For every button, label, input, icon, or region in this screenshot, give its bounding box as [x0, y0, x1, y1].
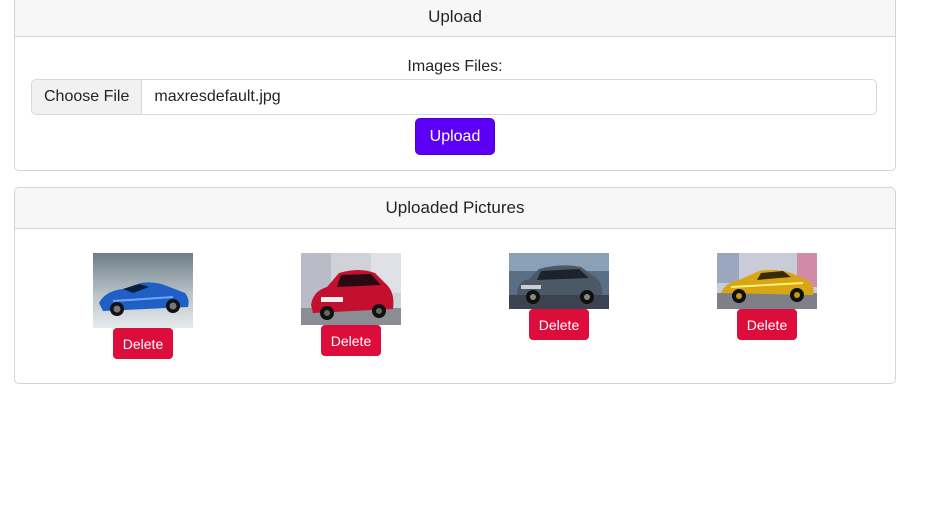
upload-card: Upload Images Files: Choose File maxresd… — [14, 0, 896, 171]
file-input[interactable]: Choose File maxresdefault.jpg — [31, 79, 877, 115]
delete-button[interactable]: Delete — [113, 328, 173, 359]
picture-item: Delete — [509, 253, 609, 340]
choose-file-button[interactable]: Choose File — [32, 80, 143, 114]
delete-button[interactable]: Delete — [321, 325, 381, 356]
car-thumbnail — [509, 253, 609, 309]
upload-button[interactable]: Upload — [415, 118, 495, 155]
uploaded-pictures-header: Uploaded Pictures — [15, 188, 895, 229]
upload-card-title: Upload — [428, 6, 482, 26]
car-thumbnail — [717, 253, 817, 309]
suv-image — [509, 253, 609, 309]
delete-button[interactable]: Delete — [737, 309, 797, 340]
car-thumbnail — [93, 253, 193, 328]
delete-button[interactable]: Delete — [529, 309, 589, 340]
picture-item: Delete — [717, 253, 817, 340]
blue-car-image — [93, 253, 193, 328]
picture-item: Delete — [93, 253, 193, 359]
picture-item: Delete — [301, 253, 401, 356]
red-car-image — [301, 253, 401, 325]
uploaded-pictures-title: Uploaded Pictures — [385, 198, 525, 217]
car-thumbnail — [301, 253, 401, 325]
uploaded-pictures-card: Uploaded Pictures Delete Delete Delete D… — [14, 187, 896, 384]
images-files-label: Images Files: — [407, 58, 503, 75]
gold-car-image — [717, 253, 817, 309]
upload-card-header: Upload — [15, 0, 895, 37]
selected-file-name: maxresdefault.jpg — [154, 88, 281, 105]
